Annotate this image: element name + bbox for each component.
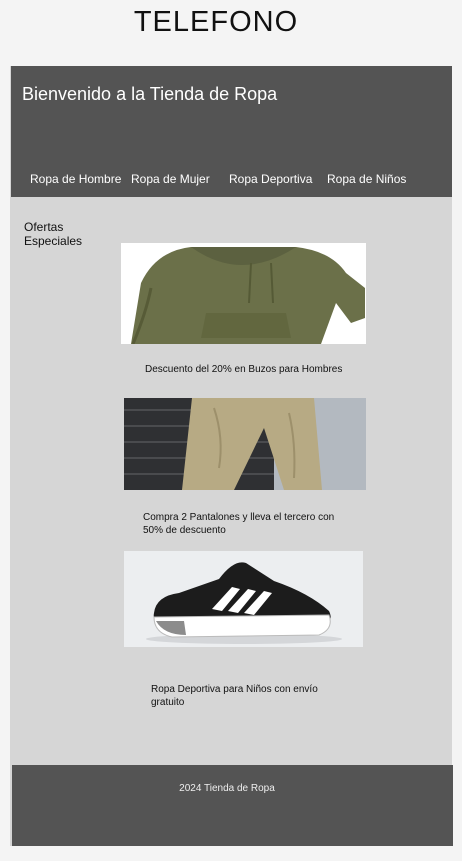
offer-text-pants: Compra 2 Pantalones y lleva el tercero c… <box>143 512 335 536</box>
nav-ropa-ninos[interactable]: Ropa de Niños <box>327 172 406 186</box>
nav-ropa-deportiva[interactable]: Ropa Deportiva <box>229 172 312 186</box>
offer-text-hoodie: Descuento del 20% en Buzos para Hombres <box>145 364 343 375</box>
page-title: TELEFONO <box>133 6 299 38</box>
pants-image[interactable] <box>124 398 366 490</box>
nav-ropa-mujer[interactable]: Ropa de Mujer <box>131 172 210 186</box>
offers-heading: Ofertas Especiales <box>24 220 83 248</box>
hoodie-image[interactable] <box>121 243 366 344</box>
footer-copyright: 2024 Tienda de Ropa <box>179 783 275 794</box>
site-header: Bienvenido a la Tienda de Ropa Ropa de H… <box>11 66 452 197</box>
welcome-heading: Bienvenido a la Tienda de Ropa <box>22 84 278 104</box>
site-footer: 2024 Tienda de Ropa <box>12 765 453 846</box>
sneaker-image[interactable] <box>124 551 363 647</box>
nav-ropa-hombre[interactable]: Ropa de Hombre <box>30 172 121 186</box>
offer-text-sneaker: Ropa Deportiva para Niños con envío grat… <box>151 684 318 708</box>
